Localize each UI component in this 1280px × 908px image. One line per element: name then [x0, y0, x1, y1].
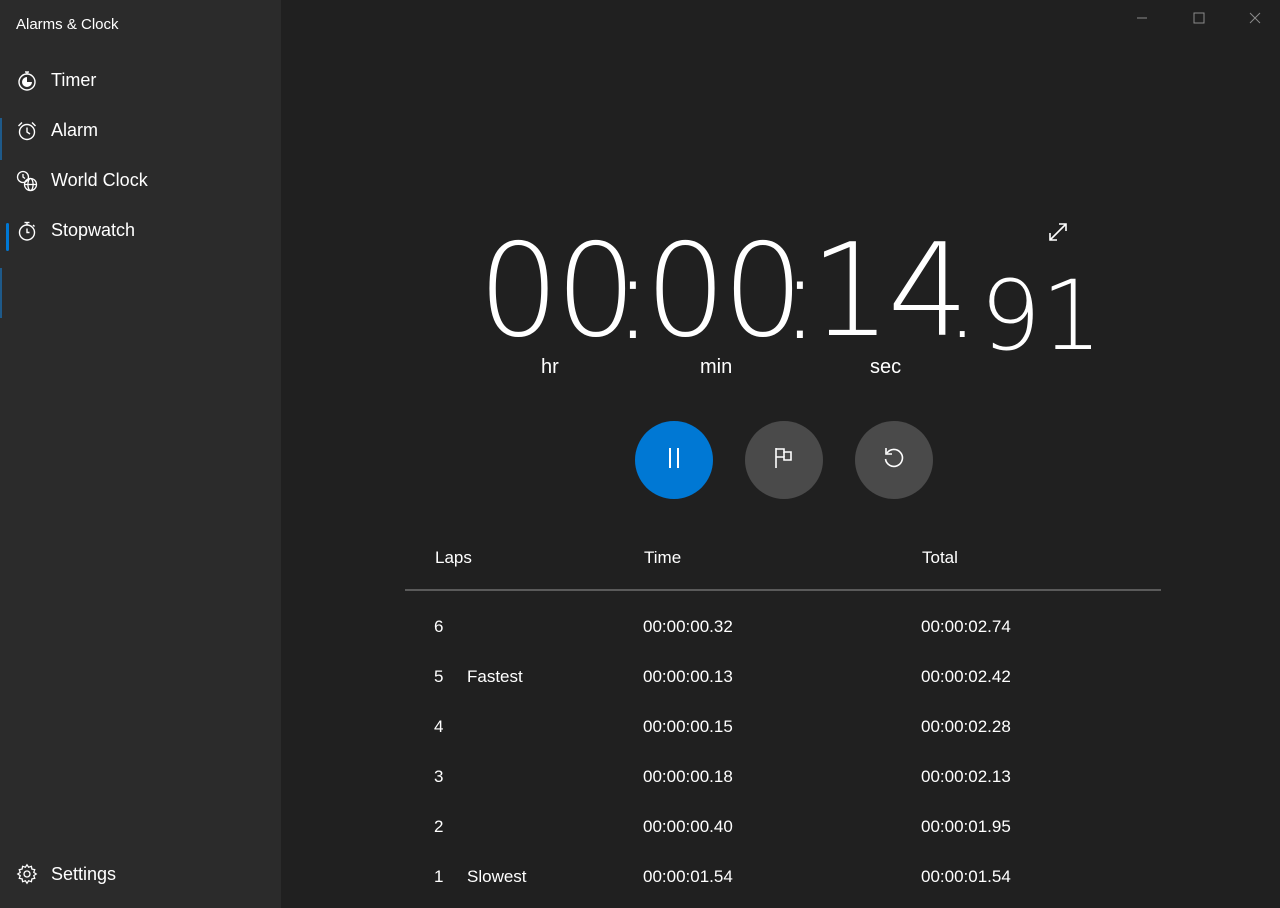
lap-time: 00:00:00.18 — [643, 767, 733, 786]
lap-time: 00:00:01.54 — [643, 867, 733, 886]
maximize-icon — [1193, 11, 1205, 29]
sidebar-item-stopwatch[interactable]: Stopwatch — [0, 209, 281, 253]
flag-icon — [772, 446, 796, 475]
lap-time: 00:00:00.40 — [643, 817, 733, 836]
close-icon — [1249, 11, 1261, 29]
close-button[interactable] — [1227, 0, 1280, 40]
timer-icon — [16, 70, 38, 92]
table-row: 2 00:00:00.40 00:00:01.95 — [0, 817, 1280, 847]
lap-note: Fastest — [467, 667, 523, 686]
lap-total: 00:00:01.54 — [921, 867, 1011, 886]
table-row: 1 Slowest 00:00:01.54 00:00:01.54 — [0, 867, 1280, 897]
table-row: 4 00:00:00.15 00:00:02.28 — [0, 717, 1280, 747]
lap-total: 00:00:02.42 — [921, 667, 1011, 686]
pause-button[interactable] — [635, 421, 713, 499]
lap-note: Slowest — [467, 867, 527, 886]
unit-min: min — [700, 356, 733, 378]
lap-total: 00:00:01.95 — [921, 817, 1011, 836]
expand-button[interactable] — [1043, 219, 1073, 249]
unit-hr: hr — [541, 356, 559, 378]
decimal-point: . — [947, 248, 978, 360]
lap-total: 00:00:02.74 — [921, 617, 1011, 636]
sidebar-item-timer[interactable]: Timer — [0, 59, 281, 103]
hundredths-value: 91 — [980, 260, 1103, 372]
sidebar-item-label: World Clock — [51, 170, 148, 190]
lap-time: 00:00:00.15 — [643, 717, 733, 736]
sidebar-item-alarm[interactable]: Alarm — [0, 109, 281, 153]
table-row: 6 00:00:00.32 00:00:02.74 — [0, 617, 1280, 647]
lap-total: 00:00:02.13 — [921, 767, 1011, 786]
lap-number: 6 — [434, 617, 444, 636]
world-clock-icon — [16, 170, 38, 192]
table-row: 5 Fastest 00:00:00.13 00:00:02.42 — [0, 667, 1280, 697]
sidebar-edge-mark — [0, 268, 2, 318]
minimize-icon — [1136, 11, 1148, 29]
reset-icon — [881, 445, 907, 476]
lap-total: 00:00:02.28 — [921, 717, 1011, 736]
maximize-button[interactable] — [1171, 0, 1227, 40]
alarm-clock-icon — [16, 120, 38, 142]
stopwatch-icon — [16, 220, 38, 242]
unit-sec: sec — [870, 356, 902, 378]
pause-icon — [664, 446, 684, 475]
lap-time: 00:00:00.13 — [643, 667, 733, 686]
lap-button[interactable] — [745, 421, 823, 499]
time-header: Time — [644, 548, 682, 567]
lap-number: 3 — [434, 767, 444, 786]
lap-number: 2 — [434, 817, 444, 836]
app-title: Alarms & Clock — [16, 16, 119, 33]
lap-number: 1 — [434, 867, 444, 886]
sidebar-item-label: Stopwatch — [51, 220, 136, 240]
lap-number: 5 — [434, 667, 444, 686]
sidebar-item-world-clock[interactable]: World Clock — [0, 159, 281, 203]
table-row: 3 00:00:00.18 00:00:02.13 — [0, 767, 1280, 797]
lap-time: 00:00:00.32 — [643, 617, 733, 636]
reset-button[interactable] — [855, 421, 933, 499]
laps-header: Laps — [435, 548, 472, 567]
minimize-button[interactable] — [1114, 0, 1170, 40]
total-header: Total — [922, 548, 958, 567]
table-divider — [405, 589, 1161, 591]
selected-indicator — [6, 223, 9, 251]
sidebar-item-label: Timer — [51, 70, 97, 90]
lap-number: 4 — [434, 717, 444, 736]
sidebar-item-label: Alarm — [51, 120, 99, 140]
expand-icon — [1047, 221, 1069, 248]
